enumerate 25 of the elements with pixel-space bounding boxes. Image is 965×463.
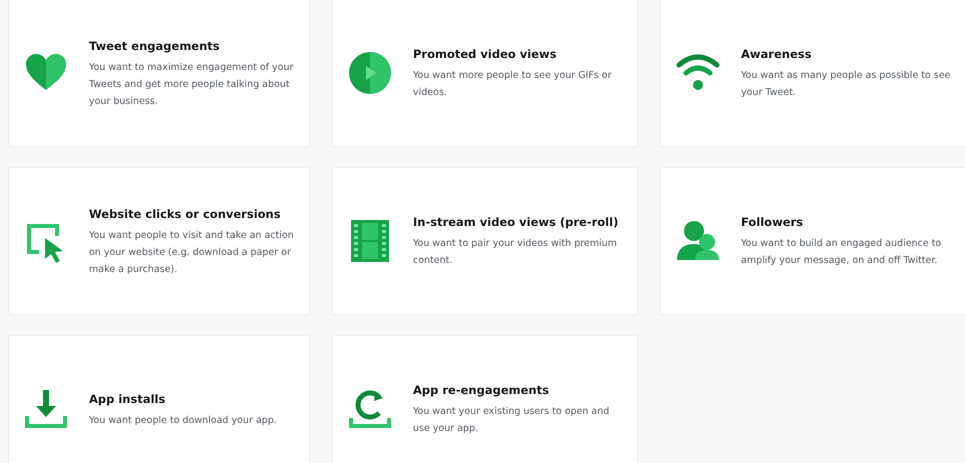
card-title: App re-engagements xyxy=(413,382,550,399)
card-title: Website clicks or conversions xyxy=(89,206,282,222)
card-title: App installs xyxy=(89,390,166,408)
card-title: Followers xyxy=(741,214,804,231)
card-title: Promoted video views xyxy=(413,46,558,63)
objective-card[interactable]: App re-engagements You want your existing users to open and use your app. xyxy=(332,335,638,463)
card-description: You want as many people as possible to see your Tweet. xyxy=(741,69,952,100)
objective-card[interactable]: Promoted video views You want more people to see your GIFs or videos. xyxy=(332,0,638,147)
objective-card[interactable]: Awareness You want as many people as possible to see your Tweet. xyxy=(660,0,965,147)
objective-card[interactable]: Tweet engagements You want to maximize engagement of your Tweets and get more people talking about your business. xyxy=(8,0,310,147)
objective-card[interactable]: App installs You want people to download your app. xyxy=(8,335,310,463)
card-description: You want to build an engaged audience to amplify your message, on and off Twitter. xyxy=(741,237,942,268)
card-description: You want to pair your videos with premium content. xyxy=(413,237,618,268)
card-title: Awareness xyxy=(741,46,812,63)
card-description: You want your existing users to open and use your app. xyxy=(413,405,610,436)
card-title: Tweet engagements xyxy=(89,38,221,54)
objective-card[interactable]: In-stream video views (pre-roll) You want to pair your videos with premium content. xyxy=(332,167,638,315)
card-description: You want more people to see your GIFs or videos. xyxy=(413,69,613,100)
objective-card[interactable]: Website clicks or conversions You want people to visit and take an action on your website (e.g. download a paper or make a purchase). xyxy=(8,167,310,315)
card-title: In-stream video views (pre-roll) xyxy=(413,214,620,231)
play-icon xyxy=(347,50,393,96)
card-description: You want people to download your app. xyxy=(89,414,277,428)
card-description: You want people to visit and take an action on your website (e.g. download a paper or make a purchase). xyxy=(89,228,295,276)
objective-card[interactable]: Followers You want to build an engaged audience to amplify your message, on and off Twitter. xyxy=(660,167,965,315)
card-description: You want to maximize engagement of your Tweets and get more people talking about your business. xyxy=(89,60,294,108)
